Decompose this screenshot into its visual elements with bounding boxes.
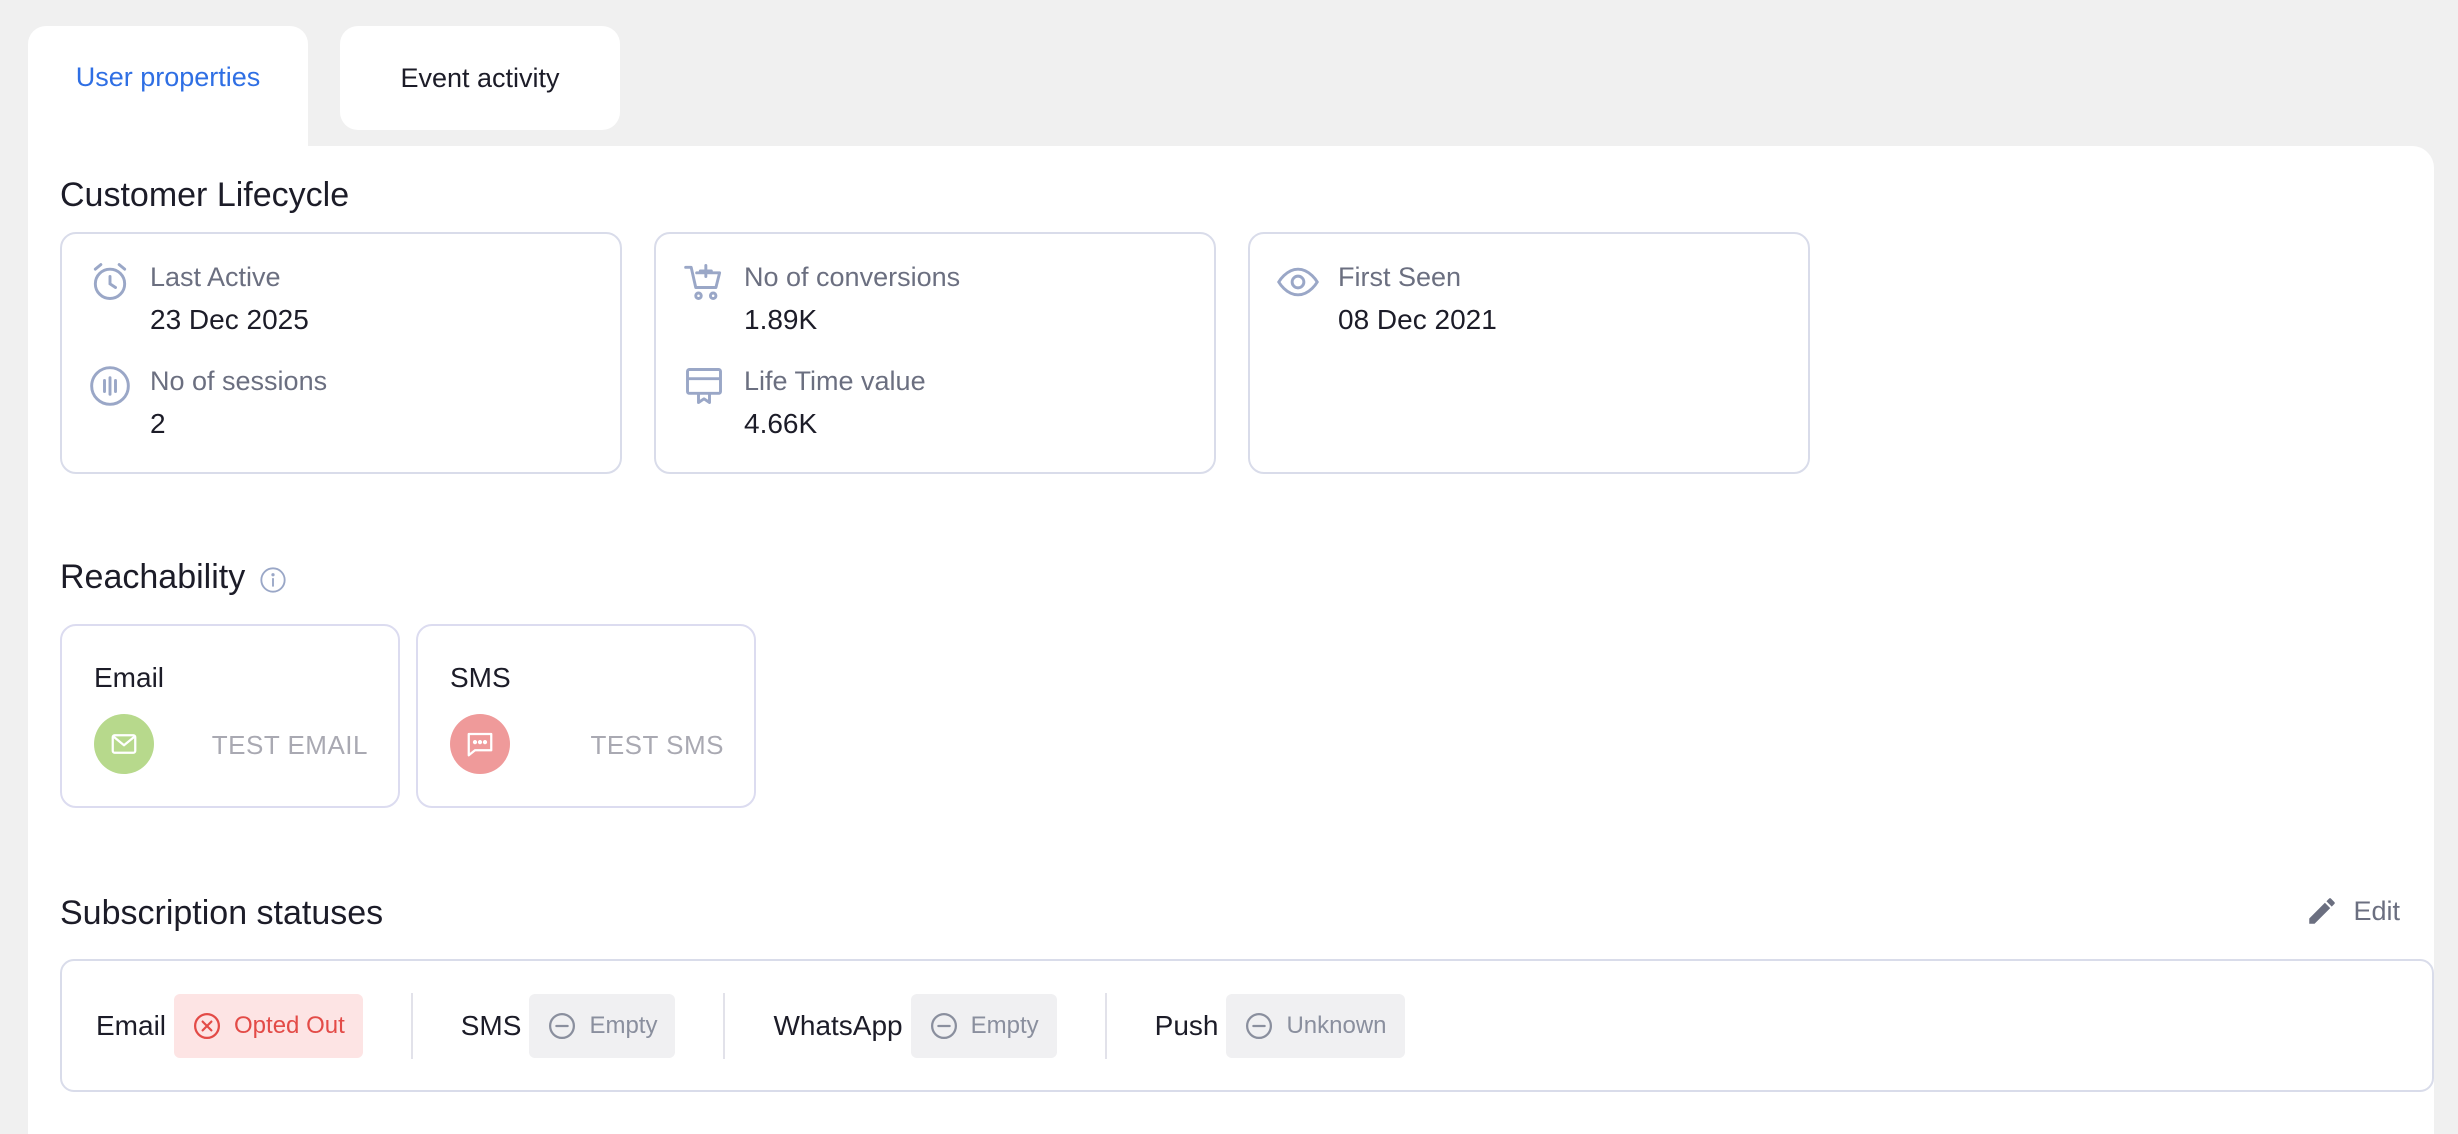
eye-icon (1276, 260, 1320, 304)
lifecycle-card-activity: Last Active 23 Dec 2025 No of sessions 2 (60, 232, 622, 474)
metric-ltv: Life Time value 4.66K (682, 364, 926, 442)
status-badge-empty: Empty (910, 993, 1057, 1058)
tab-user-properties[interactable]: User properties (28, 26, 308, 166)
status-email-text: Opted Out (234, 1011, 345, 1039)
subscription-sms-label: SMS (460, 1009, 522, 1041)
status-whatsapp-text: Empty (970, 1011, 1039, 1039)
chat-icon (450, 714, 510, 774)
subscription-whatsapp: WhatsApp Empty (773, 993, 1057, 1058)
last-active-label: Last Active (150, 262, 281, 292)
last-active-value: 23 Dec 2025 (150, 304, 309, 335)
reachability-card-email: Email TEST EMAIL (60, 624, 400, 808)
pencil-icon (2305, 894, 2339, 928)
minus-circle-icon (930, 1012, 957, 1039)
reachability-title: Reachability (60, 558, 287, 597)
info-icon[interactable] (259, 566, 287, 594)
subscription-statuses-heading: Subscription statuses (60, 894, 384, 932)
subscription-email-label: Email (96, 1009, 167, 1041)
first-seen-value: 08 Dec 2021 (1338, 304, 1497, 335)
reach-email-value: TEST EMAIL (211, 730, 368, 760)
minus-circle-icon (1246, 1012, 1273, 1039)
ltv-value: 4.66K (744, 408, 818, 439)
x-circle-icon (194, 1012, 221, 1039)
subscription-statuses-title: Subscription statuses (60, 894, 383, 933)
subscription-email: Email Opted Out (96, 993, 363, 1058)
minus-circle-icon (549, 1012, 576, 1039)
conversions-label: No of conversions (744, 262, 961, 292)
metric-conversions: No of conversions 1.89K (682, 260, 960, 338)
card-icon (682, 364, 726, 408)
sessions-label: No of sessions (150, 366, 328, 396)
ltv-label: Life Time value (744, 366, 926, 396)
user-properties-panel: Customer Lifecycle Last Active 23 Dec 20… (28, 146, 2434, 1134)
divider (1104, 992, 1107, 1059)
lifecycle-card-first-seen: First Seen 08 Dec 2021 (1248, 232, 1810, 474)
subscription-push-label: Push (1154, 1009, 1219, 1041)
tab-bar: User properties Event activity (28, 26, 620, 166)
reach-sms-value: TEST SMS (590, 730, 724, 760)
customer-lifecycle-heading: Customer Lifecycle (60, 176, 350, 214)
alarm-clock-icon (88, 260, 132, 304)
reachability-card-sms: SMS TEST SMS (416, 624, 756, 808)
subscription-sms: SMS Empty (460, 993, 676, 1058)
reachability-heading: Reachability (60, 558, 246, 596)
conversions-value: 1.89K (744, 304, 818, 335)
tab-event-activity[interactable]: Event activity (340, 26, 620, 130)
status-badge-empty: Empty (529, 993, 676, 1058)
lifecycle-card-conversions: No of conversions 1.89K Life Time value … (654, 232, 1216, 474)
metric-first-seen: First Seen 08 Dec 2021 (1276, 260, 1497, 338)
status-badge-unknown: Unknown (1226, 993, 1405, 1058)
reach-email-label: Email (94, 662, 165, 693)
status-push-text: Unknown (1286, 1011, 1387, 1039)
subscription-push: Push Unknown (1154, 993, 1405, 1058)
status-badge-opted-out: Opted Out (174, 993, 363, 1058)
subscription-whatsapp-label: WhatsApp (773, 1009, 903, 1041)
reach-sms-label: SMS (450, 662, 511, 693)
signal-icon (88, 364, 132, 408)
sessions-value: 2 (150, 408, 166, 439)
first-seen-label: First Seen (1338, 262, 1462, 292)
divider (410, 992, 413, 1059)
divider (723, 992, 726, 1059)
edit-label: Edit (2353, 895, 2400, 926)
metric-sessions: No of sessions 2 (88, 364, 327, 442)
customer-lifecycle-title: Customer Lifecycle (60, 176, 349, 215)
metric-last-active: Last Active 23 Dec 2025 (88, 260, 309, 338)
status-sms-text: Empty (589, 1011, 658, 1039)
edit-button[interactable]: Edit (2305, 894, 2400, 928)
mail-icon (94, 714, 154, 774)
subscription-statuses-box: Email Opted Out SMS Empty WhatsApp Empty… (60, 959, 2434, 1092)
cart-add-icon (682, 260, 726, 304)
